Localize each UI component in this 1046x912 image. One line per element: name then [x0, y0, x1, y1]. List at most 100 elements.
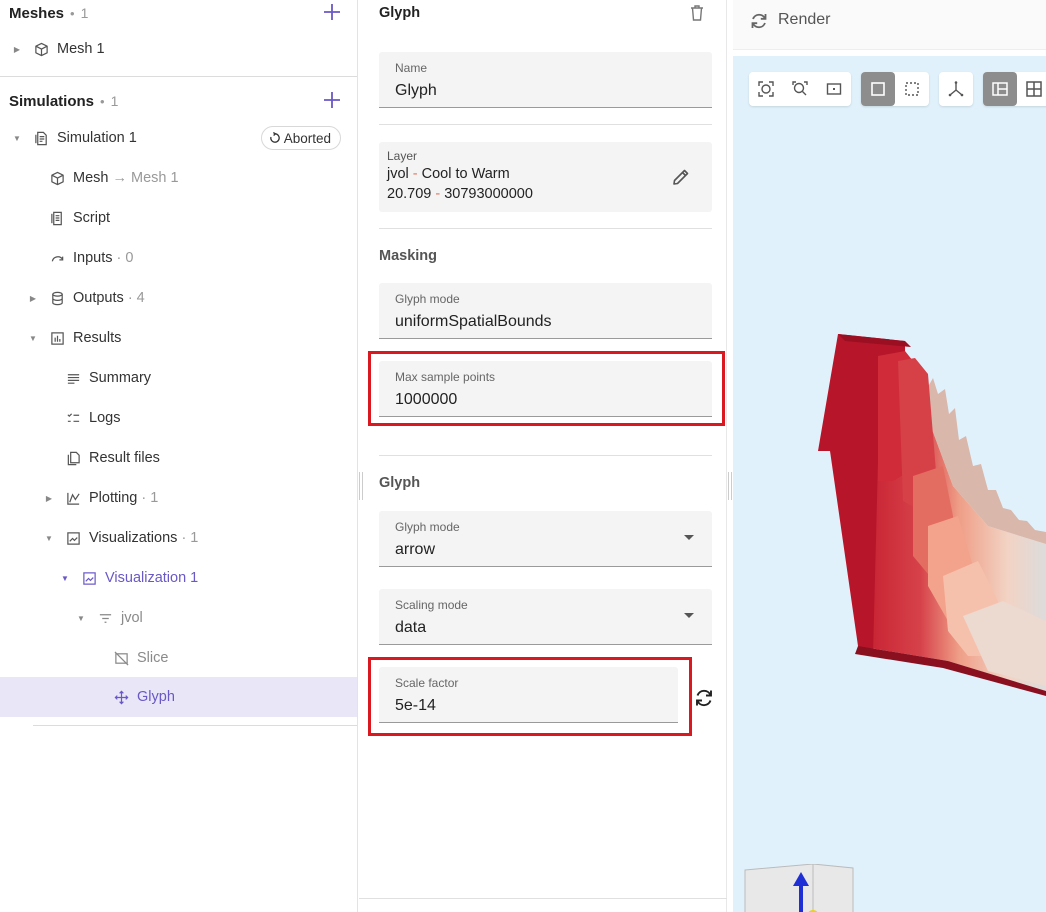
tree-item-script[interactable]: Script — [0, 198, 357, 238]
glyph-section-title: Glyph — [379, 475, 421, 491]
glyph-render-scene — [818, 334, 1046, 696]
files-icon — [65, 450, 81, 466]
scaling-mode-select[interactable]: Scaling mode data — [379, 589, 712, 645]
section-divider — [0, 76, 357, 77]
script-icon — [49, 210, 65, 226]
highlight-box-max-sample-points — [368, 351, 725, 426]
highlight-box-scale-factor — [368, 657, 692, 736]
name-field[interactable]: Name Glyph — [379, 52, 712, 108]
chevron-down-icon[interactable]: ▼ — [76, 613, 86, 623]
layer-box: Layer jvol - Cool to Warm 20.709-307930000… — [379, 142, 712, 212]
trash-icon[interactable] — [687, 3, 707, 23]
image-icon — [81, 570, 97, 586]
visualizations-label: Visualizations — [89, 530, 178, 546]
cube-icon — [49, 170, 65, 186]
chevron-down-icon[interactable]: ▼ — [12, 133, 22, 143]
visualizations-count: 1 — [190, 530, 199, 546]
tree-item-visualizations[interactable]: ▼ Visualizations · 1 — [0, 518, 357, 558]
chevron-down-icon[interactable]: ▼ — [28, 333, 38, 343]
tree-item-mesh-1[interactable]: ▶ Mesh 1 — [0, 29, 357, 69]
refresh-icon[interactable] — [748, 10, 770, 32]
glyph-label: Glyph — [137, 689, 175, 705]
masking-glyph-mode-field[interactable]: Glyph mode uniformSpatialBounds — [379, 283, 712, 339]
panel-bottom-divider — [359, 898, 727, 899]
tree-item-mesh-link[interactable]: Mesh → Mesh 1 — [0, 158, 357, 198]
chevron-right-icon[interactable]: ▶ — [12, 44, 22, 54]
glyph-mode-select[interactable]: Glyph mode arrow — [379, 511, 712, 567]
project-tree-panel: Meshes • 1 ▶ Mesh 1 Simulations • 1 ▼ Si… — [0, 0, 358, 912]
tree-item-inputs[interactable]: Inputs · 0 — [0, 238, 357, 278]
sync-icon[interactable] — [692, 686, 716, 710]
scaling-mode-value: data — [395, 619, 427, 636]
chevron-right-icon[interactable]: ▶ — [44, 493, 54, 503]
meshes-count: 1 — [80, 5, 89, 21]
chevron-down-icon[interactable]: ▼ — [44, 533, 54, 543]
divider — [379, 455, 712, 456]
meshes-title: Meshes — [9, 4, 65, 22]
dropdown-arrow-icon[interactable] — [684, 535, 694, 540]
layer-field: jvol — [387, 166, 409, 182]
add-simulation-plus-icon[interactable] — [321, 89, 343, 111]
divider — [379, 124, 712, 125]
name-field-label: Name — [395, 61, 428, 75]
render-viewport: Render — [733, 0, 1046, 912]
chevron-right-icon[interactable]: ▶ — [28, 293, 38, 303]
app-root: Meshes • 1 ▶ Mesh 1 Simulations • 1 ▼ Si… — [0, 0, 1046, 912]
tree-item-summary[interactable]: Summary — [0, 358, 357, 398]
database-icon — [49, 290, 65, 306]
inputs-label: Inputs — [73, 250, 113, 266]
tree-item-visualization-1[interactable]: ▼ Visualization 1 — [0, 558, 357, 598]
tree-item-glyph[interactable]: Glyph — [0, 677, 357, 717]
chevron-down-icon[interactable]: ▼ — [60, 573, 70, 583]
outputs-count: 4 — [136, 290, 145, 306]
add-mesh-plus-icon[interactable] — [321, 1, 343, 23]
tree-item-jvol[interactable]: ▼ jvol — [0, 598, 357, 638]
meshes-section-header: Meshes • 1 — [0, 0, 357, 26]
tree-end-divider — [33, 725, 357, 726]
tree-item-outputs[interactable]: ▶ Outputs · 4 — [0, 278, 357, 318]
arrow-right-icon: → — [112, 170, 132, 186]
plotting-count: 1 — [150, 490, 159, 506]
glyph-mode-label: Glyph mode — [395, 520, 460, 534]
3d-canvas[interactable] — [733, 56, 1046, 912]
dropdown-arrow-icon[interactable] — [684, 613, 694, 618]
slice-icon — [113, 650, 129, 666]
tree-item-simulation-1[interactable]: ▼ Simulation 1 Aborted — [0, 118, 357, 158]
masking-glyph-mode-label: Glyph mode — [395, 292, 460, 306]
scaling-mode-label: Scaling mode — [395, 598, 468, 612]
slice-label: Slice — [137, 650, 169, 666]
layer-range-max: 30793000000 — [444, 186, 533, 202]
name-field-value: Glyph — [395, 82, 437, 99]
filter-icon — [97, 610, 113, 626]
tree-item-logs[interactable]: Logs — [0, 398, 357, 438]
glyph-mode-value: arrow — [395, 541, 436, 558]
tree-item-plotting[interactable]: ▶ Plotting · 1 — [0, 478, 357, 518]
tree-item-results[interactable]: ▼ Results — [0, 318, 357, 358]
plotting-label: Plotting — [89, 490, 138, 506]
summary-lines-icon — [65, 370, 81, 386]
glyph-arrows-icon — [113, 689, 129, 705]
simulation-1-label: Simulation 1 — [57, 130, 137, 146]
tree-item-slice[interactable]: Slice — [0, 638, 357, 678]
mesh-1-label: Mesh 1 — [57, 41, 105, 57]
bar-chart-icon — [49, 330, 65, 346]
masking-glyph-mode-value: uniformSpatialBounds — [395, 313, 552, 330]
divider — [379, 228, 712, 229]
panel-resize-handle[interactable] — [728, 472, 732, 500]
tree-item-result-files[interactable]: Result files — [0, 438, 357, 478]
masking-title: Masking — [379, 248, 438, 264]
glyph-config-panel: Glyph Name Glyph Layer jvol - Cool to Warm… — [359, 0, 727, 912]
simulations-title: Simulations — [9, 92, 95, 110]
image-icon — [65, 530, 81, 546]
script-label: Script — [73, 210, 111, 226]
orientation-axes-icon[interactable] — [743, 864, 855, 912]
line-chart-icon — [65, 490, 81, 506]
logs-label: Logs — [89, 410, 121, 426]
restart-icon — [269, 132, 280, 143]
simulations-section-header: Simulations • 1 — [0, 88, 357, 114]
panel-resize-handle[interactable] — [359, 472, 363, 500]
render-button-label[interactable]: Render — [778, 11, 830, 29]
results-label: Results — [73, 330, 122, 346]
gauge-icon — [49, 250, 65, 266]
pencil-icon[interactable] — [670, 166, 692, 188]
